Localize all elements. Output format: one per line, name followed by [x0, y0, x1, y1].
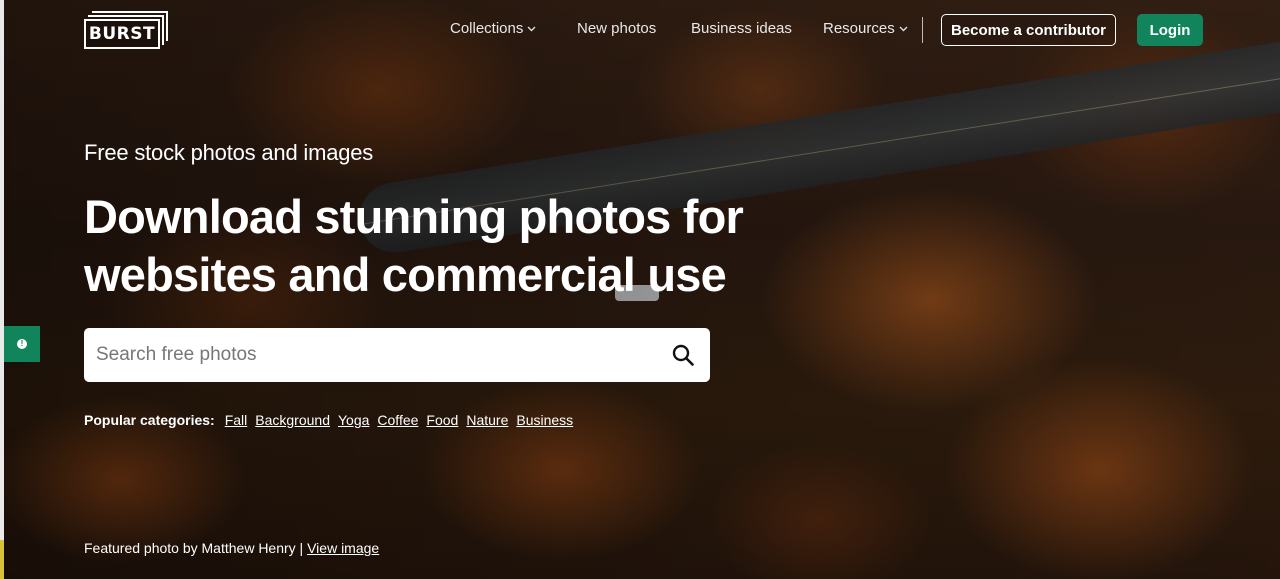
category-link-food[interactable]: Food	[426, 412, 458, 428]
headline-line-1: Download stunning photos for	[84, 190, 744, 243]
search-icon	[672, 344, 694, 366]
photo-credit: Featured photo by Matthew Henry | View i…	[84, 540, 379, 556]
left-edge-accent	[0, 540, 4, 579]
feedback-tab[interactable]: !	[4, 326, 40, 362]
nav-new-photos-label: New photos	[577, 20, 657, 37]
category-link-background[interactable]: Background	[255, 412, 330, 428]
login-button[interactable]: Login	[1137, 14, 1203, 46]
logo-text: BURST	[84, 19, 160, 49]
search-bar	[84, 328, 710, 382]
chevron-down-icon	[527, 26, 536, 31]
view-image-link[interactable]: View image	[307, 540, 379, 556]
left-edge	[0, 0, 4, 579]
category-link-nature[interactable]: Nature	[466, 412, 508, 428]
nav-business-ideas-label: Business ideas	[691, 20, 792, 37]
burst-logo[interactable]: BURST	[84, 11, 168, 49]
category-link-yoga[interactable]: Yoga	[338, 412, 369, 428]
nav-new-photos[interactable]: New photos	[577, 20, 656, 37]
category-link-fall[interactable]: Fall	[225, 412, 248, 428]
photo-credit-text: Featured photo by Matthew Henry |	[84, 540, 304, 556]
category-link-coffee[interactable]: Coffee	[377, 412, 418, 428]
nav-resources-label: Resources	[823, 20, 895, 37]
nav-business-ideas[interactable]: Business ideas	[691, 20, 792, 37]
become-contributor-button[interactable]: Become a contributor	[941, 14, 1116, 46]
chevron-down-icon	[899, 26, 908, 31]
search-button[interactable]	[656, 328, 710, 382]
feedback-icon: !	[17, 339, 27, 349]
popular-categories-label: Popular categories:	[84, 412, 215, 428]
hero-eyebrow: Free stock photos and images	[84, 140, 374, 165]
nav-resources[interactable]: Resources	[823, 20, 908, 37]
nav-collections-label: Collections	[450, 20, 524, 37]
nav-collections[interactable]: Collections	[450, 20, 536, 37]
nav-divider	[922, 17, 923, 43]
search-input[interactable]	[84, 328, 656, 382]
headline-line-2: websites and commercial use	[84, 248, 727, 301]
hero-headline: Download stunning photos for websites an…	[84, 188, 804, 304]
popular-categories: Popular categories: Fall Background Yoga…	[84, 412, 573, 428]
category-link-business[interactable]: Business	[516, 412, 573, 428]
